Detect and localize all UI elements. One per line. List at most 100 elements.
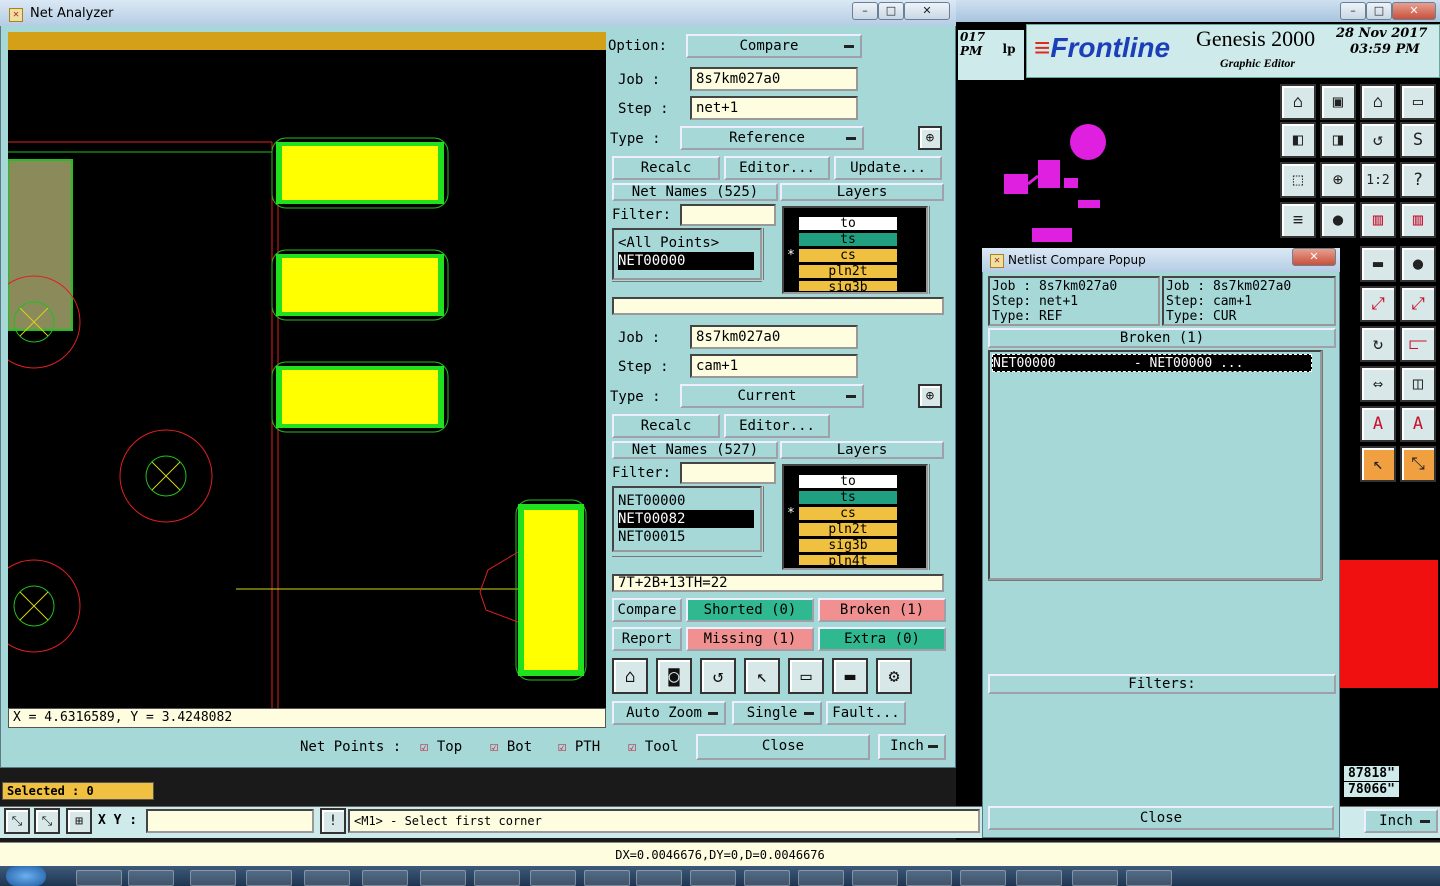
layer-item[interactable]: ts: [798, 490, 898, 505]
cur-step-field[interactable]: cam+1: [690, 354, 858, 378]
undo-icon[interactable]: ↺: [1360, 122, 1396, 158]
zoom-out-icon[interactable]: ▣: [1320, 84, 1356, 120]
list-item[interactable]: NET00000: [618, 252, 754, 270]
check-pth[interactable]: ☑ PTH: [558, 739, 600, 755]
broken-row[interactable]: NET00000 - NET00000 ...: [992, 354, 1312, 372]
layer-item[interactable]: *sig3b: [798, 280, 898, 292]
broken-button[interactable]: Broken (1): [818, 598, 946, 622]
taskbar-item[interactable]: [1016, 870, 1062, 886]
cur-editor-button[interactable]: Editor...: [724, 414, 830, 438]
resize-icon[interactable]: ⇔: [1360, 366, 1396, 402]
redo-icon[interactable]: S: [1400, 122, 1436, 158]
taskbar-item[interactable]: [304, 870, 350, 886]
alert-icon[interactable]: !: [320, 808, 346, 834]
fault-button[interactable]: Fault...: [826, 701, 906, 725]
xy-input[interactable]: [146, 809, 314, 833]
taskbar-item[interactable]: [246, 870, 292, 886]
ruler-icon[interactable]: ≡: [1280, 202, 1316, 238]
taskbar-item[interactable]: [852, 870, 898, 886]
cur-filter-input[interactable]: [680, 462, 776, 484]
minimize-button[interactable]: –: [1340, 2, 1366, 20]
ref-step-field[interactable]: net+1: [690, 96, 858, 120]
taskbar-item[interactable]: [744, 870, 790, 886]
ref-recalc-button[interactable]: Recalc: [612, 156, 720, 180]
partial-menu[interactable]: lp: [994, 30, 1024, 76]
fit-view-icon[interactable]: ◙: [656, 658, 692, 694]
list-item[interactable]: <All Points>: [618, 234, 719, 252]
undo-icon[interactable]: ↺: [700, 658, 736, 694]
mode1-icon[interactable]: ⤡: [4, 808, 30, 834]
layer-item[interactable]: * cs: [787, 248, 898, 263]
window-icon[interactable]: ▭: [1400, 84, 1436, 120]
layers-icon[interactable]: ▥: [1400, 202, 1436, 238]
taskbar-item[interactable]: [76, 870, 122, 886]
check-bot[interactable]: ☑ Bot: [490, 739, 532, 755]
ref-type-dropdown[interactable]: Reference: [680, 126, 864, 150]
taskbar-item[interactable]: [636, 870, 682, 886]
ref-layer-list[interactable]: to ts *cs pln2t *sig3b: [782, 206, 928, 294]
list-item[interactable]: NET00082: [618, 510, 754, 528]
connect2-icon[interactable]: ⤢: [1400, 286, 1436, 322]
layer-item[interactable]: sig3b: [798, 538, 898, 553]
option-dropdown[interactable]: Compare: [686, 34, 862, 58]
broken-hscroll[interactable]: [988, 580, 1322, 592]
cur-net-list[interactable]: NET00000 NET00082 NET00015: [612, 486, 762, 552]
minimize-button[interactable]: –: [852, 2, 878, 20]
taskbar-item[interactable]: [474, 870, 520, 886]
ruler-icon[interactable]: ▬: [832, 658, 868, 694]
taskbar-item[interactable]: [190, 870, 236, 886]
cur-zoom-icon[interactable]: ⊕: [918, 384, 942, 408]
shorted-button[interactable]: Shorted (0): [686, 598, 814, 622]
snap-icon[interactable]: ●: [1320, 202, 1356, 238]
ref-filter-input[interactable]: [680, 204, 776, 226]
compare-button[interactable]: Compare: [612, 598, 682, 622]
text2-icon[interactable]: A: [1400, 406, 1436, 442]
start-button[interactable]: [6, 866, 46, 886]
settings-icon[interactable]: ⚙: [876, 658, 912, 694]
cur-layer-list[interactable]: to ts * cs pln2t sig3b pln4t: [782, 464, 928, 570]
select-net-icon[interactable]: ↖: [744, 658, 780, 694]
window-icon[interactable]: ▭: [788, 658, 824, 694]
layer-item[interactable]: to: [798, 474, 898, 489]
ref-net-list[interactable]: <All Points> NET00000: [612, 228, 762, 280]
genesis-unit-dropdown[interactable]: Inch: [1364, 809, 1438, 833]
mode2-icon[interactable]: ⤡: [34, 808, 60, 834]
popup-close-button[interactable]: Close: [988, 806, 1334, 830]
center-icon[interactable]: ⊕: [1320, 162, 1356, 198]
ref-net-hscroll[interactable]: [612, 281, 762, 293]
pan-right-icon[interactable]: ◨: [1320, 122, 1356, 158]
missing-button[interactable]: Missing (1): [686, 627, 814, 651]
scale-icon[interactable]: 1:2: [1360, 162, 1396, 198]
check-top[interactable]: ☑ Top: [420, 739, 462, 755]
close-button[interactable]: ✕: [904, 2, 950, 20]
ruler2-icon[interactable]: ▬: [1360, 246, 1396, 282]
ref-job-field[interactable]: 8s7km027a0: [690, 67, 858, 91]
home-icon[interactable]: ⌂: [612, 658, 648, 694]
layer-item[interactable]: pln4t: [798, 554, 898, 566]
ref-editor-button[interactable]: Editor...: [724, 156, 830, 180]
fit-icon[interactable]: ⬚: [1280, 162, 1316, 198]
ref-update-button[interactable]: Update...: [834, 156, 942, 180]
maximize-button[interactable]: □: [878, 2, 904, 20]
cur-job-field[interactable]: 8s7km027a0: [690, 325, 858, 349]
home-icon[interactable]: ⌂: [1280, 84, 1316, 120]
taskbar-item[interactable]: [1126, 870, 1172, 886]
layer-item[interactable]: ts: [798, 232, 898, 247]
single-dropdown[interactable]: Single: [732, 701, 822, 725]
text-icon[interactable]: A: [1360, 406, 1396, 442]
unit-dropdown[interactable]: Inch: [878, 734, 946, 760]
ref-net-scrollbar[interactable]: [763, 228, 777, 280]
list-item[interactable]: NET00015: [618, 528, 685, 546]
mode3-icon[interactable]: ⊞: [66, 808, 92, 834]
pan-left-icon[interactable]: ◧: [1280, 122, 1316, 158]
broken-list[interactable]: NET00000 - NET00000 ...: [988, 350, 1322, 580]
taskbar-item[interactable]: [690, 870, 736, 886]
select-icon[interactable]: ↖: [1360, 446, 1396, 482]
zoom-home-icon[interactable]: ⌂: [1360, 84, 1396, 120]
group-icon[interactable]: ◫: [1400, 366, 1436, 402]
cur-recalc-button[interactable]: Recalc: [612, 414, 720, 438]
taskbar-item[interactable]: [960, 870, 1006, 886]
close-button[interactable]: Close: [696, 734, 870, 760]
auto-zoom-dropdown[interactable]: Auto Zoom: [612, 701, 726, 725]
taskbar-item[interactable]: [362, 870, 408, 886]
